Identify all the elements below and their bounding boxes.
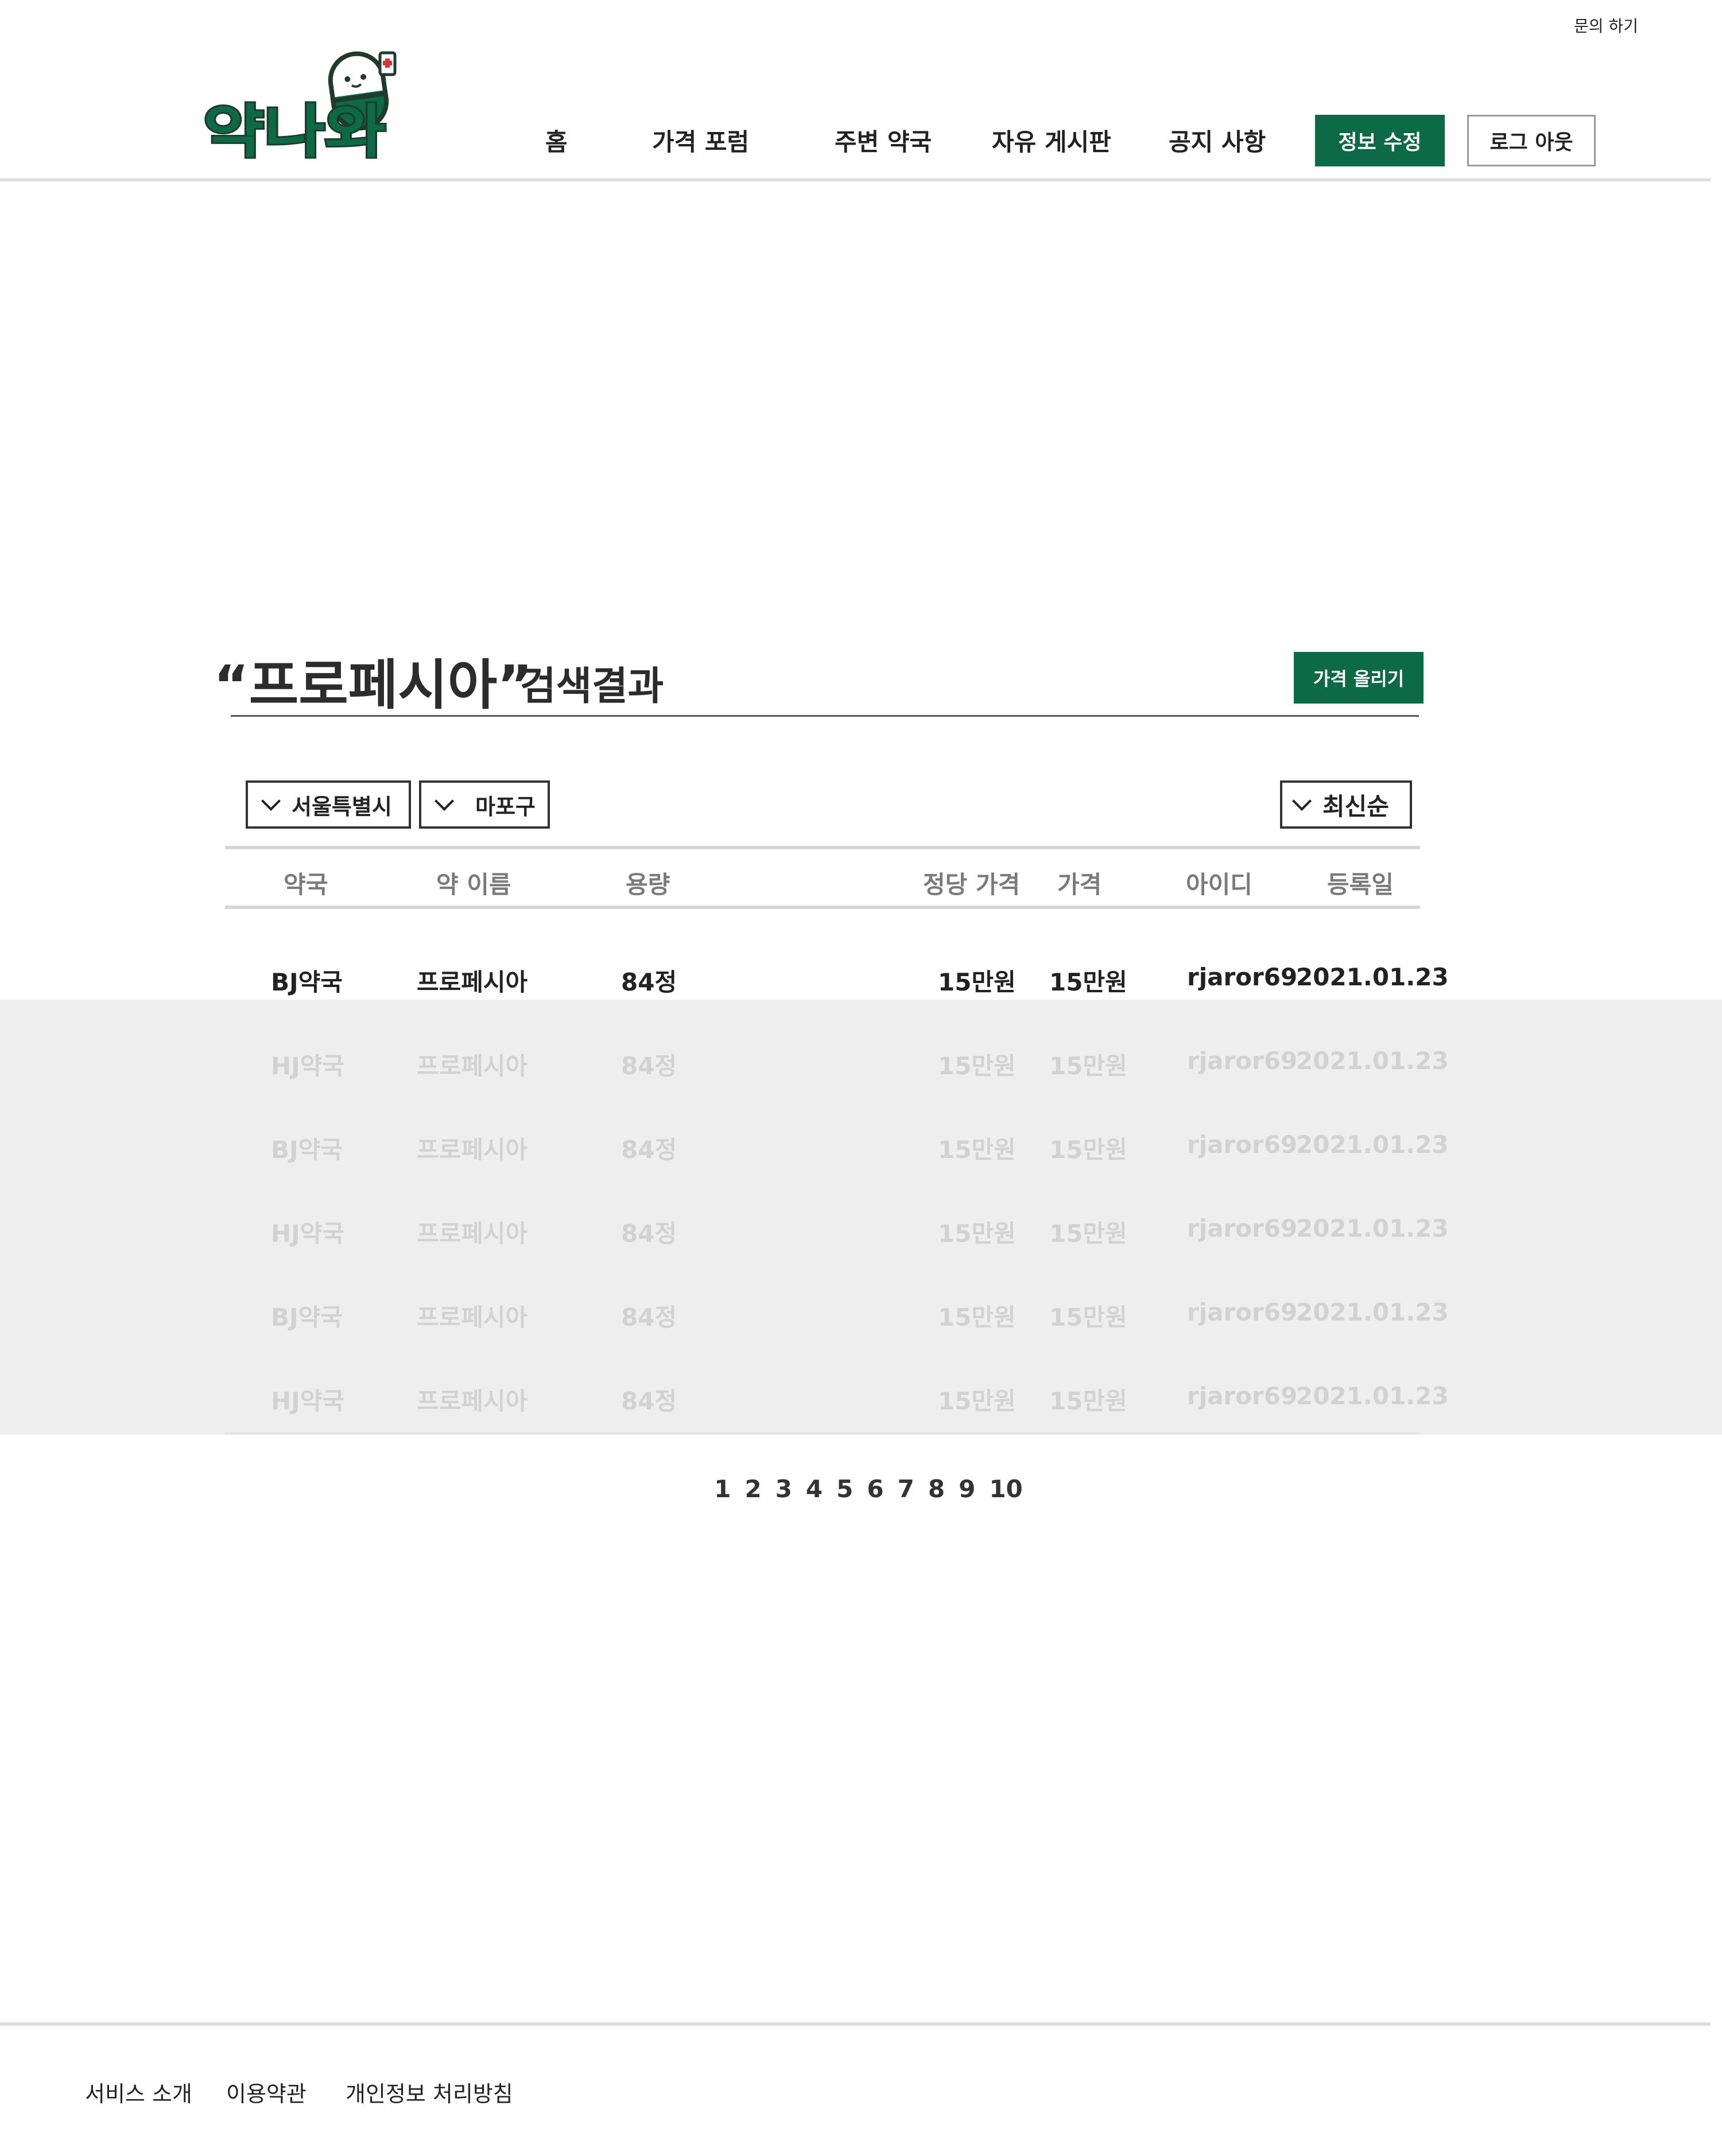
- cell-unit-price: 15만원: [938, 1052, 1016, 1080]
- pagination: 1 2 3 4 5 6 7 8 9 10: [0, 1475, 1722, 1503]
- district-select-value: 마포구: [475, 794, 536, 819]
- logo[interactable]: 약나와: [201, 49, 403, 167]
- table-row: BJ약국 프로페시아 84정 15만원 15만원 rjaror69 2021.0…: [0, 1103, 1722, 1187]
- column-header-dosage[interactable]: 용량: [626, 865, 670, 900]
- cell-pharmacy: HJ약국: [271, 1387, 345, 1415]
- cell-drug-name: 프로페시아: [417, 1387, 528, 1415]
- cell-price: 15만원: [1049, 1387, 1127, 1415]
- column-header-unit-price[interactable]: 정당 가격: [923, 865, 1020, 900]
- cell-date: 2021.01.23: [1296, 1214, 1449, 1242]
- page-link-8[interactable]: 8: [928, 1475, 945, 1503]
- inquiry-link[interactable]: 문의 하기: [1574, 14, 1638, 37]
- cell-dosage: 84정: [621, 1219, 677, 1248]
- nav-free-board[interactable]: 자유 게시판: [992, 123, 1111, 158]
- cell-drug-name: 프로페시아: [417, 1136, 528, 1164]
- cell-drug-name: 프로페시아: [417, 1303, 528, 1331]
- cell-user-id: rjaror69: [1187, 1382, 1298, 1410]
- cell-pharmacy: HJ약국: [271, 1219, 345, 1248]
- cell-pharmacy: BJ약국: [271, 1303, 343, 1331]
- cell-unit-price: 15만원: [938, 1136, 1016, 1164]
- logo-wordmark: 약나와: [203, 98, 386, 164]
- table-row: HJ약국 프로페시아 84정 15만원 15만원 rjaror69 2021.0…: [0, 1187, 1722, 1271]
- cell-user-id: rjaror69: [1187, 1047, 1298, 1075]
- cell-dosage: 84정: [621, 1136, 677, 1164]
- edit-info-button[interactable]: 정보 수정: [1315, 115, 1445, 166]
- footer-link-service-intro[interactable]: 서비스 소개: [85, 2076, 192, 2108]
- cell-unit-price: 15만원: [938, 1303, 1016, 1331]
- cell-date: 2021.01.23: [1296, 963, 1449, 991]
- cell-dosage: 84정: [621, 1052, 677, 1080]
- table-row: HJ약국 프로페시아 84정 15만원 15만원 rjaror69 2021.0…: [0, 1019, 1722, 1103]
- column-header-pharmacy[interactable]: 약국: [284, 865, 328, 900]
- cell-pharmacy: BJ약국: [271, 968, 343, 996]
- header-divider: [0, 178, 1711, 181]
- page-link-9[interactable]: 9: [959, 1475, 975, 1503]
- cell-price: 15만원: [1049, 1052, 1127, 1080]
- nav-home[interactable]: 홈: [545, 123, 568, 158]
- cell-unit-price: 15만원: [938, 1219, 1016, 1248]
- logo-mascot-icon: 약나와: [201, 51, 397, 167]
- cell-drug-name: 프로페시아: [417, 968, 528, 996]
- cell-unit-price: 15만원: [938, 968, 1016, 996]
- cell-pharmacy: HJ약국: [271, 1052, 345, 1080]
- footer-link-privacy[interactable]: 개인정보 처리방침: [346, 2076, 513, 2108]
- nav-nearby-pharmacy[interactable]: 주변 약국: [835, 123, 932, 158]
- table-row: BJ약국 프로페시아 84정 15만원 15만원 rjaror69 2021.0…: [0, 1271, 1722, 1354]
- cell-pharmacy: BJ약국: [271, 1136, 343, 1164]
- cell-user-id: rjaror69: [1187, 1131, 1298, 1159]
- title-divider: [231, 715, 1419, 717]
- page-link-4[interactable]: 4: [806, 1475, 823, 1503]
- nav-notice[interactable]: 공지 사항: [1169, 123, 1266, 158]
- table-header-divider: [225, 906, 1420, 909]
- cell-date: 2021.01.23: [1296, 1382, 1449, 1410]
- cell-dosage: 84정: [621, 1387, 677, 1415]
- chevron-down-icon: [435, 791, 454, 811]
- cell-dosage: 84정: [621, 1303, 677, 1331]
- cell-user-id: rjaror69: [1187, 1298, 1298, 1326]
- cell-dosage: 84정: [621, 968, 677, 996]
- logout-button[interactable]: 로그 아웃: [1467, 115, 1596, 166]
- column-header-user-id[interactable]: 아이디: [1186, 865, 1252, 900]
- search-query-title: “프로페시아”: [214, 654, 533, 717]
- cell-drug-name: 프로페시아: [417, 1219, 528, 1248]
- page-link-3[interactable]: 3: [775, 1475, 792, 1503]
- city-select-value: 서울특별시: [292, 794, 392, 819]
- sort-select[interactable]: 최신순: [1280, 780, 1412, 829]
- nav-price-forum[interactable]: 가격 포럼: [652, 123, 749, 158]
- page-link-2[interactable]: 2: [744, 1475, 761, 1503]
- city-select[interactable]: 서울특별시: [246, 780, 411, 829]
- post-price-button[interactable]: 가격 올리기: [1294, 652, 1424, 704]
- table-top-divider: [225, 846, 1420, 849]
- cell-date: 2021.01.23: [1296, 1047, 1449, 1075]
- page-link-6[interactable]: 6: [867, 1475, 883, 1503]
- chevron-down-icon: [1292, 791, 1312, 811]
- cell-user-id: rjaror69: [1187, 963, 1298, 991]
- cell-price: 15만원: [1049, 1303, 1127, 1331]
- cell-price: 15만원: [1049, 1136, 1127, 1164]
- page-link-5[interactable]: 5: [836, 1475, 853, 1503]
- column-header-drug-name[interactable]: 약 이름: [436, 865, 511, 900]
- page-link-7[interactable]: 7: [898, 1475, 914, 1503]
- chevron-down-icon: [261, 791, 281, 811]
- footer-link-terms[interactable]: 이용약관: [226, 2076, 307, 2108]
- cell-drug-name: 프로페시아: [417, 1052, 528, 1080]
- cell-date: 2021.01.23: [1296, 1298, 1449, 1326]
- table-bottom-divider: [225, 1432, 1420, 1435]
- sort-select-value: 최신순: [1322, 792, 1389, 821]
- cell-date: 2021.01.23: [1296, 1131, 1449, 1159]
- footer-divider: [0, 2022, 1711, 2026]
- cell-price: 15만원: [1049, 1219, 1127, 1248]
- cell-price: 15만원: [1049, 968, 1127, 996]
- district-select[interactable]: 마포구: [419, 780, 550, 829]
- table-row[interactable]: BJ약국 프로페시아 84정 15만원 15만원 rjaror69 2021.0…: [0, 935, 1722, 1019]
- page-link-1[interactable]: 1: [714, 1475, 731, 1503]
- search-result-label: 검색결과: [520, 664, 664, 709]
- cell-unit-price: 15만원: [938, 1387, 1016, 1415]
- page-link-10[interactable]: 10: [989, 1475, 1022, 1503]
- cell-user-id: rjaror69: [1187, 1214, 1298, 1242]
- column-header-date[interactable]: 등록일: [1327, 865, 1394, 900]
- table-row: HJ약국 프로페시아 84정 15만원 15만원 rjaror69 2021.0…: [0, 1354, 1722, 1438]
- column-header-price[interactable]: 가격: [1057, 865, 1102, 900]
